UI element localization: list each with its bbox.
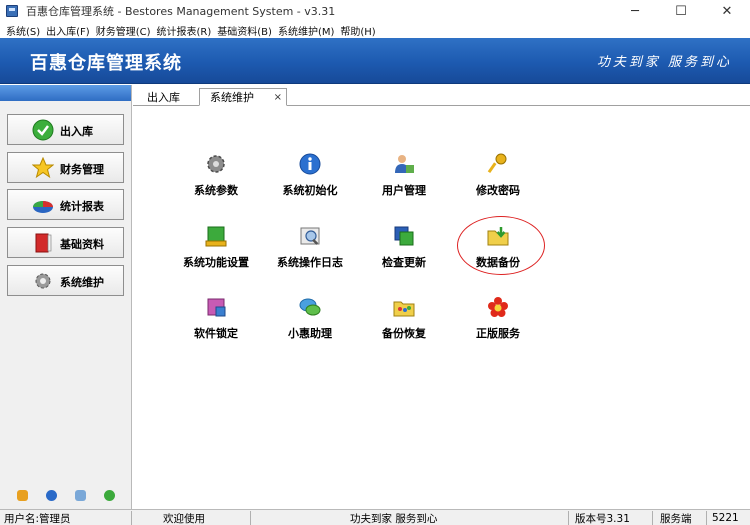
maximize-button[interactable]: ☐ [658,0,704,22]
menu-bar: 系统(S) 出入库(F) 财务管理(C) 统计报表(R) 基础资料(B) 系统维… [0,22,750,38]
key-icon [487,153,507,174]
tile-label: 软件锁定 [194,327,238,340]
flower-icon [488,297,508,317]
book-icon [35,233,52,253]
sidebar-item-label: 基础资料 [60,238,104,251]
status-bar: 用户名:管理员 欢迎使用 功夫到家 服务到心 版本号3.31 服务端 5221 [0,509,750,525]
tile-label: 修改密码 [476,184,520,197]
settings-panel-icon [205,226,227,247]
highlight-ring [457,216,545,275]
banner-title: 百惠仓库管理系统 [30,53,182,74]
tab-label: 系统维护 [210,91,254,104]
menu-basic-data[interactable]: 基础资料(B) [214,23,275,38]
tile-label: 系统操作日志 [277,256,343,269]
tile-label: 检查更新 [382,256,426,269]
sidebar-tools [0,490,132,501]
tab-inout[interactable]: 出入库 [137,88,190,106]
minimize-button[interactable]: ─ [612,0,658,22]
menu-inout[interactable]: 出入库(F) [43,23,93,38]
menu-maintenance[interactable]: 系统维护(M) [275,23,337,38]
gear-icon [207,155,225,173]
tile-operation-log[interactable]: 系统操作日志 [264,225,356,270]
sidebar-item-label: 统计报表 [60,200,104,213]
banner: 百惠仓库管理系统 功夫到家 服务到心 [0,38,750,84]
edit-icon[interactable] [17,490,28,501]
info-icon [299,153,321,175]
tile-check-update[interactable]: 检查更新 [358,225,450,270]
menu-help[interactable]: 帮助(H) [337,23,378,38]
tab-bar: 出入库 系统维护 × [133,85,750,106]
menu-finance[interactable]: 财务管理(C) [93,23,154,38]
tile-label: 系统初始化 [282,184,338,197]
status-server-label: 服务端 [660,512,692,525]
tile-user-management[interactable]: 用户管理 [358,153,450,198]
main-content: 系统参数 系统初始化 用户管理 修改密码 系统功能设置 系统操作日志 检查更新 … [133,106,750,509]
status-version: 版本号3.31 [575,512,630,525]
status-slogan: 功夫到家 服务到心 [350,512,438,525]
status-user: 用户名:管理员 [4,512,71,525]
sidebar: 出入库 财务管理 统计报表 基础资料 系统维护 [0,85,132,509]
tab-close-icon[interactable]: × [274,92,282,103]
tile-assistant[interactable]: 小惠助理 [264,296,356,341]
sidebar-item-label: 系统维护 [60,276,104,289]
status-welcome: 欢迎使用 [163,512,205,525]
window-title: 百惠仓库管理系统 - Bestores Management System - … [26,5,336,18]
tile-software-lock[interactable]: 软件锁定 [170,296,262,341]
app-icon [6,5,18,17]
tile-label: 小惠助理 [288,327,332,340]
tile-label: 系统功能设置 [183,256,249,269]
log-icon [300,227,320,245]
restore-icon [393,301,415,317]
user-icon [395,155,414,173]
clock-icon[interactable] [46,490,57,501]
tile-label: 用户管理 [382,184,426,197]
sidebar-item-reports[interactable]: 统计报表 [7,189,124,220]
sidebar-item-label: 财务管理 [60,163,104,176]
tile-label: 系统参数 [194,184,238,197]
sidebar-item-maintenance[interactable]: 系统维护 [7,265,124,296]
sidebar-item-finance[interactable]: 财务管理 [7,152,124,183]
tile-genuine-service[interactable]: 正版服务 [452,296,544,341]
check-circle-icon [32,119,54,141]
tile-function-settings[interactable]: 系统功能设置 [170,225,262,270]
sidebar-item-label: 出入库 [60,125,93,138]
tile-system-init[interactable]: 系统初始化 [264,153,356,198]
banner-slogan: 功夫到家 服务到心 [596,55,732,70]
gear-icon [35,273,51,289]
sidebar-item-inout[interactable]: 出入库 [7,114,124,145]
pie-chart-icon [33,201,53,213]
close-button[interactable]: ✕ [704,0,750,22]
sidebar-item-basic-data[interactable]: 基础资料 [7,227,124,258]
menu-system[interactable]: 系统(S) [3,23,43,38]
chat-icon [299,298,321,316]
sidebar-header [0,85,131,101]
update-icon [394,226,414,246]
tile-change-password[interactable]: 修改密码 [452,153,544,198]
window-controls: ─ ☐ ✕ [612,0,750,22]
tile-label: 正版服务 [476,327,520,340]
refresh-icon[interactable] [104,490,115,501]
tile-backup-restore[interactable]: 备份恢复 [358,296,450,341]
tile-system-params[interactable]: 系统参数 [170,153,262,198]
tab-maintenance[interactable]: 系统维护 × [199,88,287,106]
title-bar: 百惠仓库管理系统 - Bestores Management System - … [0,0,750,22]
menu-reports[interactable]: 统计报表(R) [154,23,215,38]
lock-icon [207,298,226,317]
tile-label: 备份恢复 [382,327,426,340]
status-server-value: 5221 [712,512,739,524]
star-icon [32,157,54,179]
screen-icon[interactable] [75,490,86,501]
